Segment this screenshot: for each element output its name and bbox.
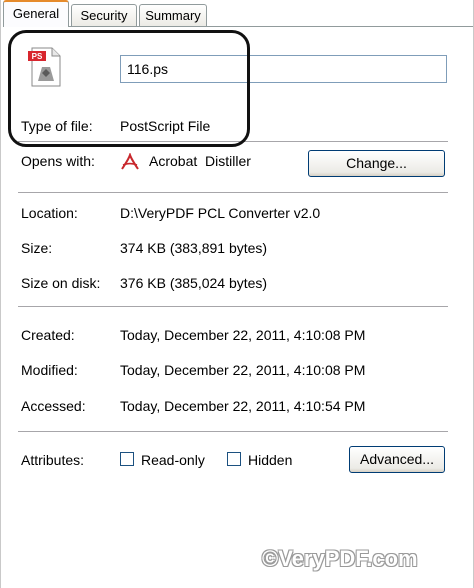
location-value: D:\VeryPDF PCL Converter v2.0 [120,205,321,221]
opens-with-label: Opens with: [21,153,95,169]
modified-label: Modified: [21,362,78,378]
tab-strip: General Security Summary [3,0,473,27]
separator [18,192,448,193]
separator [18,306,448,307]
acrobat-distiller-icon [121,153,139,170]
change-button[interactable]: Change... [308,150,445,177]
verypdf-watermark: ©VeryPDF.com [262,546,418,571]
read-only-label[interactable]: Read-only [141,452,205,468]
accessed-label: Accessed: [21,398,86,414]
properties-dialog: General Security Summary PS 116.ps Type … [0,0,474,588]
advanced-button[interactable]: Advanced... [349,446,445,473]
tab-security[interactable]: Security [71,4,137,26]
size-value: 374 KB (383,891 bytes) [120,240,268,256]
separator [18,431,448,432]
location-label: Location: [21,205,78,221]
read-only-checkbox[interactable] [120,452,134,466]
hidden-label[interactable]: Hidden [248,452,292,468]
hidden-checkbox[interactable] [227,452,241,466]
created-value: Today, December 22, 2011, 4:10:08 PM [120,327,366,343]
size-label: Size: [21,240,53,256]
tab-summary[interactable]: Summary [139,4,207,26]
tab-general[interactable]: General [3,0,69,27]
created-label: Created: [21,327,75,343]
size-on-disk-label: Size on disk: [21,275,101,291]
accessed-value: Today, December 22, 2011, 4:10:54 PM [120,398,366,414]
attributes-label: Attributes: [21,452,85,468]
highlight-callout-oval [8,30,250,147]
size-on-disk-value: 376 KB (385,024 bytes) [120,275,268,291]
tab-baseline [3,26,473,27]
opens-with-app: Acrobat Distiller [149,153,251,169]
modified-value: Today, December 22, 2011, 4:10:08 PM [120,362,366,378]
